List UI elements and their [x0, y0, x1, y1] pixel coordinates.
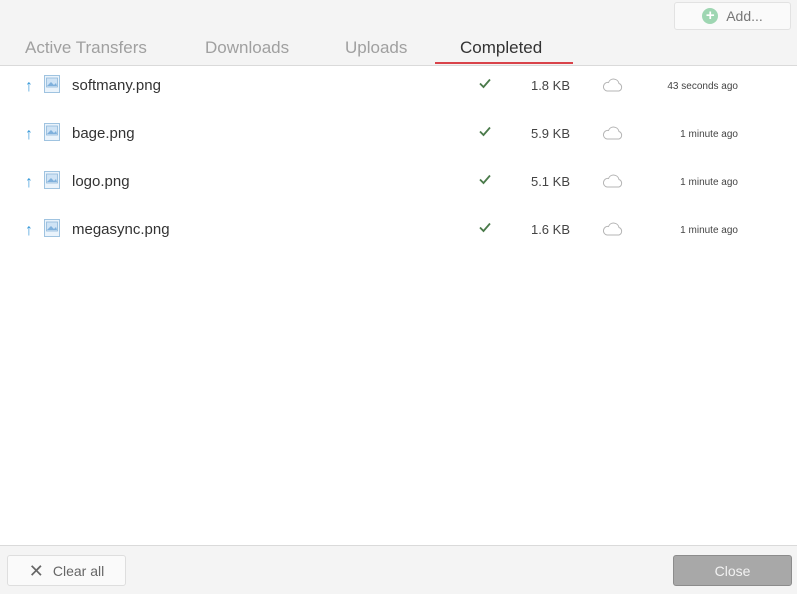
image-file-icon [44, 123, 60, 141]
active-tab-indicator [435, 62, 573, 64]
close-icon: ✕ [28, 560, 44, 581]
clear-all-label: Clear all [52, 562, 105, 579]
clear-all-button[interactable]: ✕ Clear all [7, 555, 126, 586]
check-icon [479, 78, 491, 89]
tab-completed[interactable]: Completed [460, 38, 542, 65]
completed-time: 1 minute ago [680, 129, 738, 140]
add-button-label: Add... [726, 8, 763, 24]
completed-time: 43 seconds ago [667, 81, 738, 92]
tab-bar: + Add... Active Transfers Downloads Uplo… [0, 0, 797, 66]
transfer-row[interactable]: ↑ logo.png 5.1 KB 1 minute ago [0, 163, 797, 211]
add-button[interactable]: + Add... [674, 2, 791, 30]
check-icon [479, 174, 491, 185]
upload-arrow-icon: ↑ [25, 174, 33, 191]
file-size: 1.6 KB [530, 222, 570, 237]
plus-icon: + [702, 8, 719, 24]
tab-uploads[interactable]: Uploads [345, 38, 407, 65]
image-file-icon [44, 75, 60, 93]
upload-arrow-icon: ↑ [25, 78, 33, 95]
file-name: logo.png [72, 173, 130, 190]
transfer-row[interactable]: ↑ bage.png 5.9 KB 1 minute ago [0, 115, 797, 163]
file-name: megasync.png [72, 221, 170, 238]
image-file-icon [44, 171, 60, 189]
completed-time: 1 minute ago [680, 225, 738, 236]
file-size: 5.9 KB [530, 126, 570, 141]
tab-active-transfers[interactable]: Active Transfers [25, 38, 147, 65]
file-size: 5.1 KB [530, 174, 570, 189]
close-button-label: Close [714, 562, 751, 579]
file-name: softmany.png [72, 77, 161, 94]
footer-bar: ✕ Clear all Close [0, 545, 797, 594]
close-button[interactable]: Close [673, 555, 792, 586]
transfer-row[interactable]: ↑ megasync.png 1.6 KB 1 minute ago [0, 211, 797, 259]
file-size: 1.8 KB [530, 78, 570, 93]
tab-downloads[interactable]: Downloads [205, 38, 289, 65]
transfer-row[interactable]: ↑ softmany.png 1.8 KB 43 seconds ago [0, 67, 797, 115]
upload-arrow-icon: ↑ [25, 222, 33, 239]
image-file-icon [44, 219, 60, 237]
completed-time: 1 minute ago [680, 177, 738, 188]
check-icon [479, 222, 491, 233]
upload-arrow-icon: ↑ [25, 126, 33, 143]
file-name: bage.png [72, 125, 135, 142]
check-icon [479, 126, 491, 137]
